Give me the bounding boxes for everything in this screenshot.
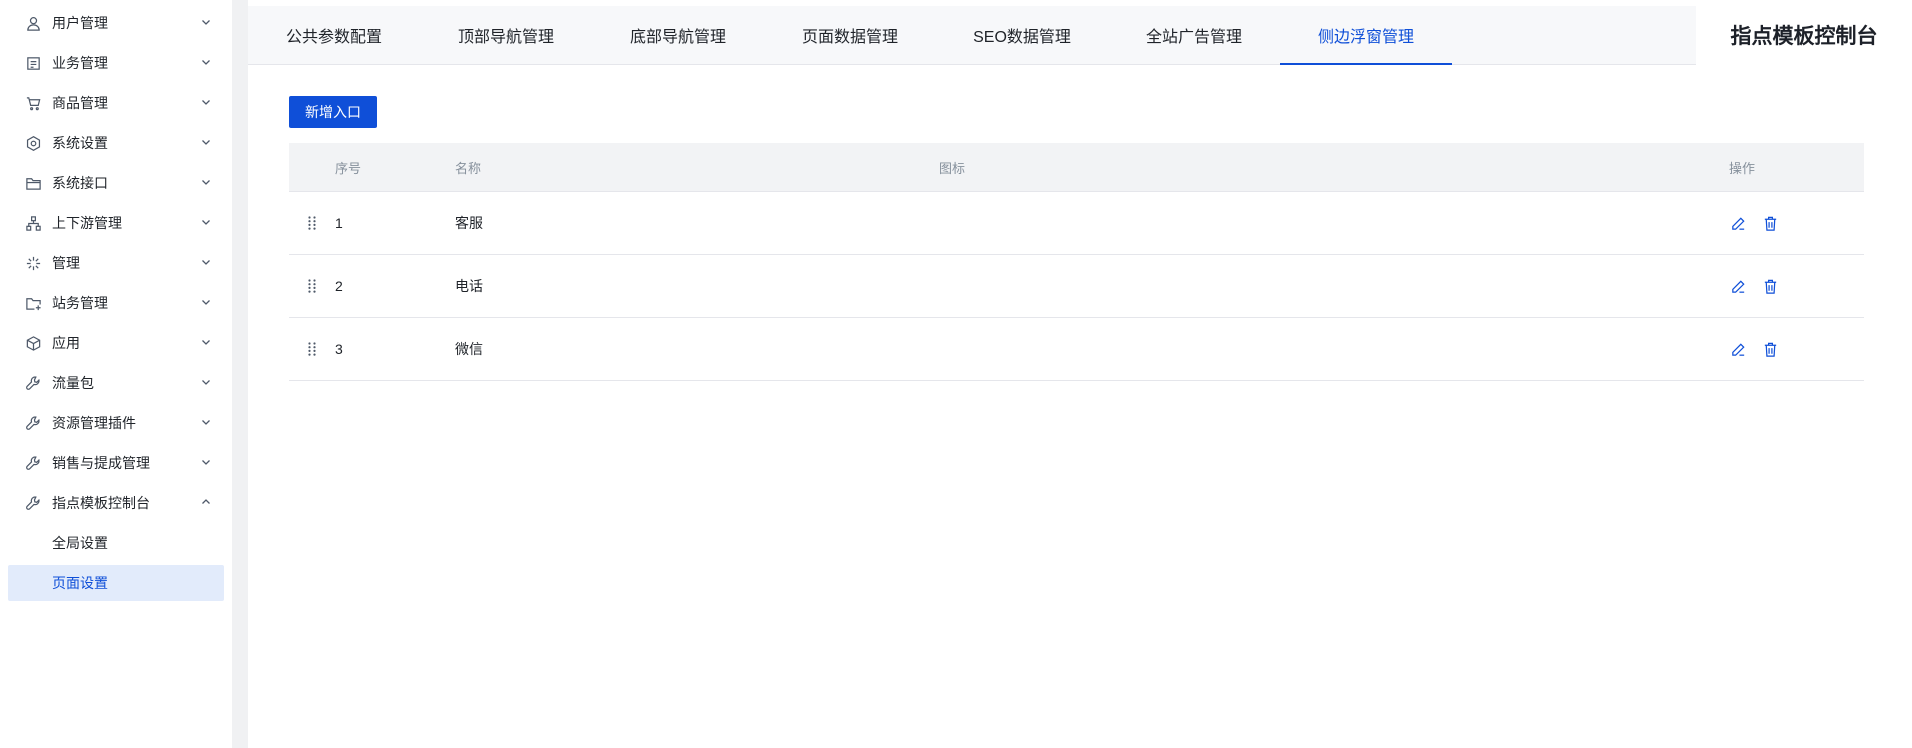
sidebar-item-label: 商品管理 <box>52 95 108 111</box>
sidebar-item-label: 应用 <box>52 335 80 351</box>
tab-bar: 公共参数配置 顶部导航管理 底部导航管理 页面数据管理 SEO数据管理 全站广告… <box>248 6 1696 65</box>
chevron-up-icon <box>202 499 210 504</box>
sidebar-item-label: 资源管理插件 <box>52 415 136 431</box>
sidebar-item-upstream-downstream[interactable]: 上下游管理 <box>0 203 232 243</box>
delete-icon[interactable] <box>1761 214 1779 232</box>
chevron-down-icon <box>202 100 210 105</box>
tab-side-float[interactable]: 侧边浮窗管理 <box>1280 6 1452 65</box>
sidebar-item-management[interactable]: 管理 <box>0 243 232 283</box>
sidebar-item-label: 用户管理 <box>52 15 108 31</box>
cell-no: 2 <box>335 278 343 294</box>
wrench-icon <box>24 494 42 512</box>
edit-icon[interactable] <box>1729 214 1747 232</box>
sidebar-subitem-global-settings[interactable]: 全局设置 <box>0 523 232 563</box>
drag-handle-icon[interactable] <box>289 215 335 231</box>
cell-ops <box>1729 340 1864 358</box>
add-entry-button[interactable]: 新增入口 <box>289 96 377 128</box>
cell-ops <box>1729 277 1864 295</box>
cell-no: 1 <box>335 215 343 231</box>
tab-site-ads[interactable]: 全站广告管理 <box>1108 6 1280 64</box>
sidebar-item-template-console[interactable]: 指点模板控制台 <box>0 483 232 523</box>
chevron-down-icon <box>202 60 210 65</box>
drag-handle-icon[interactable] <box>289 341 335 357</box>
chevron-down-icon <box>202 340 210 345</box>
delete-icon[interactable] <box>1761 340 1779 358</box>
wrench-icon <box>24 374 42 392</box>
hierarchy-icon <box>24 214 42 232</box>
tab-page-data[interactable]: 页面数据管理 <box>764 6 936 64</box>
sidebar-item-applications[interactable]: 应用 <box>0 323 232 363</box>
chevron-down-icon <box>202 20 210 25</box>
document-icon <box>24 54 42 72</box>
cell-name: 电话 <box>455 278 483 294</box>
tab-top-nav[interactable]: 顶部导航管理 <box>420 6 592 64</box>
edit-icon[interactable] <box>1729 277 1747 295</box>
sidebar-item-user-management[interactable]: 用户管理 <box>0 3 232 43</box>
edit-icon[interactable] <box>1729 340 1747 358</box>
chevron-down-icon <box>202 220 210 225</box>
table-row: 3 微信 <box>289 318 1864 381</box>
sidebar-item-label: 流量包 <box>52 375 94 391</box>
layout-gutter <box>232 0 248 748</box>
sidebar-item-traffic-package[interactable]: 流量包 <box>0 363 232 403</box>
chevron-down-icon <box>202 300 210 305</box>
cube-icon <box>24 334 42 352</box>
sidebar-item-label: 系统设置 <box>52 135 108 151</box>
folder-icon <box>24 174 42 192</box>
cell-no: 3 <box>335 341 343 357</box>
cart-icon <box>24 94 42 112</box>
sidebar-item-business-management[interactable]: 业务管理 <box>0 43 232 83</box>
column-header-icon: 图标 <box>939 160 966 176</box>
sparkle-icon <box>24 254 42 272</box>
tab-public-params[interactable]: 公共参数配置 <box>248 6 420 64</box>
sidebar-item-system-settings[interactable]: 系统设置 <box>0 123 232 163</box>
float-entries-table: 序号 名称 图标 操作 1 客服 2 电话 3 微信 <box>289 143 1864 381</box>
table-header: 序号 名称 图标 操作 <box>289 143 1864 192</box>
chevron-down-icon <box>202 460 210 465</box>
column-header-name: 名称 <box>455 160 482 176</box>
cell-name: 客服 <box>455 215 483 231</box>
sidebar-item-label: 销售与提成管理 <box>52 455 150 471</box>
chevron-down-icon <box>202 180 210 185</box>
sidebar-item-label: 指点模板控制台 <box>52 495 150 511</box>
cell-name: 微信 <box>455 341 483 357</box>
sidebar-item-site-affairs[interactable]: 站务管理 <box>0 283 232 323</box>
sidebar-subitem-page-settings[interactable]: 页面设置 <box>8 565 224 601</box>
sidebar-item-label: 上下游管理 <box>52 215 122 231</box>
folder-add-icon <box>24 294 42 312</box>
sidebar-item-resource-plugins[interactable]: 资源管理插件 <box>0 403 232 443</box>
chevron-down-icon <box>202 140 210 145</box>
chevron-down-icon <box>202 260 210 265</box>
sidebar-item-label: 系统接口 <box>52 175 108 191</box>
tab-seo-data[interactable]: SEO数据管理 <box>936 6 1108 64</box>
column-header-ops: 操作 <box>1729 160 1756 176</box>
sidebar-item-product-management[interactable]: 商品管理 <box>0 83 232 123</box>
user-icon <box>24 14 42 32</box>
hexagon-gear-icon <box>24 134 42 152</box>
table-row: 1 客服 <box>289 192 1864 255</box>
chevron-down-icon <box>202 380 210 385</box>
tab-bottom-nav[interactable]: 底部导航管理 <box>592 6 764 64</box>
wrench-icon <box>24 454 42 472</box>
page-title: 指点模板控制台 <box>1730 25 1878 48</box>
sidebar-item-label: 站务管理 <box>52 295 108 311</box>
sidebar-item-system-interface[interactable]: 系统接口 <box>0 163 232 203</box>
wrench-icon <box>24 414 42 432</box>
sidebar-item-sales-commission[interactable]: 销售与提成管理 <box>0 443 232 483</box>
main-content: 公共参数配置 顶部导航管理 底部导航管理 页面数据管理 SEO数据管理 全站广告… <box>248 0 1912 748</box>
chevron-down-icon <box>202 420 210 425</box>
sidebar: 用户管理 业务管理 商品管理 系统设置 系统接口 上下游管理 管理 站务管理 应… <box>0 0 232 748</box>
column-header-no: 序号 <box>335 160 362 176</box>
sidebar-item-label: 管理 <box>52 255 80 271</box>
drag-handle-icon[interactable] <box>289 278 335 294</box>
sidebar-item-label: 业务管理 <box>52 55 108 71</box>
cell-ops <box>1729 214 1864 232</box>
table-row: 2 电话 <box>289 255 1864 318</box>
delete-icon[interactable] <box>1761 277 1779 295</box>
